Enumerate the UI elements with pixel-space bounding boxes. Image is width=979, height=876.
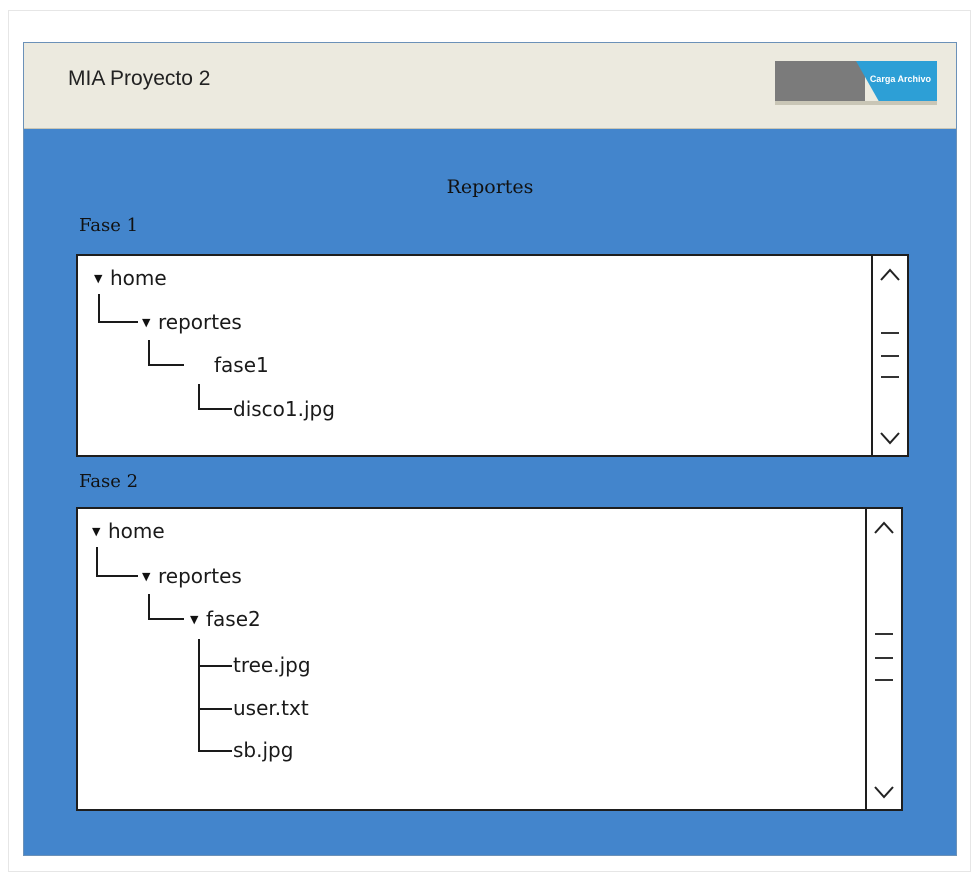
phase-1-scrollbar[interactable] — [871, 256, 907, 455]
tree-node-label: user.txt — [233, 696, 309, 720]
tree-connector — [148, 618, 184, 620]
chevron-down-icon — [874, 786, 894, 799]
scroll-thumb-grip — [881, 376, 899, 378]
tree-node-label: fase1 — [214, 353, 269, 377]
tree-file-disco1[interactable]: disco1.jpg — [233, 397, 335, 421]
tree-connector — [198, 750, 232, 752]
tree-node-label: fase2 — [206, 607, 261, 631]
tree-node-reportes[interactable]: ▼ reportes — [142, 564, 242, 588]
tree-node-label: sb.jpg — [233, 738, 294, 762]
tree-connector — [98, 321, 138, 323]
tree-connector — [148, 340, 150, 365]
triangle-down-icon: ▼ — [142, 569, 151, 583]
tree-node-label: reportes — [158, 310, 242, 334]
tree-node-home[interactable]: ▼ home — [94, 266, 167, 290]
tree-connector — [198, 708, 232, 710]
triangle-down-icon: ▼ — [94, 271, 103, 285]
tree-file-tree[interactable]: tree.jpg — [233, 653, 311, 677]
scroll-up-button[interactable] — [867, 511, 901, 545]
tree-connector — [198, 384, 200, 409]
phase-1-tree: ▼ home ▼ reportes fase1 disco1.jpg — [78, 256, 871, 455]
tree-connector — [198, 408, 232, 410]
chevron-down-icon — [880, 432, 900, 445]
tree-connector — [96, 575, 138, 577]
tree-node-label: tree.jpg — [233, 653, 311, 677]
tree-file-sb[interactable]: sb.jpg — [233, 738, 293, 762]
scroll-thumb-grip — [875, 633, 893, 635]
scroll-thumb-grip — [881, 355, 899, 357]
phase-1-label: Fase 1 — [79, 215, 139, 236]
tree-node-label: home — [110, 266, 167, 290]
scroll-thumb-grip — [881, 332, 899, 334]
tree-connector — [96, 547, 98, 576]
scroll-up-button[interactable] — [873, 258, 907, 292]
phase-2-label: Fase 2 — [79, 471, 139, 492]
app-title: MIA Proyecto 2 — [68, 67, 211, 90]
tree-connector — [98, 294, 100, 322]
tree-node-fase2[interactable]: ▼ fase2 — [190, 607, 261, 631]
triangle-down-icon: ▼ — [92, 524, 101, 538]
phase-1-tree-view: ▼ home ▼ reportes fase1 disco1.jpg — [76, 254, 909, 457]
tree-node-fase1[interactable]: fase1 — [214, 353, 269, 377]
scroll-down-button[interactable] — [873, 421, 907, 455]
phase-2-tree-view: ▼ home ▼ reportes ▼ fase2 tree.jpg user.… — [76, 507, 903, 811]
scroll-thumb-grip — [875, 679, 893, 681]
tree-node-label: disco1.jpg — [233, 397, 335, 421]
phase-2-tree: ▼ home ▼ reportes ▼ fase2 tree.jpg user.… — [78, 509, 865, 809]
triangle-down-icon: ▼ — [142, 315, 151, 329]
triangle-down-icon: ▼ — [190, 612, 199, 626]
phase-2-scrollbar[interactable] — [865, 509, 901, 809]
title-bar: MIA Proyecto 2 Carga Archivo — [24, 43, 956, 129]
reports-heading: Reportes — [446, 176, 534, 198]
tree-node-reportes[interactable]: ▼ reportes — [142, 310, 242, 334]
tree-node-label: home — [108, 519, 165, 543]
app-window: MIA Proyecto 2 Carga Archivo Reportes Fa… — [23, 42, 957, 856]
tree-connector — [148, 594, 150, 619]
chevron-up-icon — [874, 521, 894, 534]
tree-node-label: reportes — [158, 564, 242, 588]
tree-connector — [198, 665, 232, 667]
upload-file-button[interactable]: Carga Archivo — [775, 61, 937, 105]
tree-connector — [148, 364, 184, 366]
tree-node-home[interactable]: ▼ home — [92, 519, 165, 543]
tree-file-user[interactable]: user.txt — [233, 696, 309, 720]
scroll-thumb-grip — [875, 657, 893, 659]
tree-connector — [198, 639, 200, 751]
chevron-up-icon — [880, 268, 900, 281]
upload-file-label: Carga Archivo — [869, 74, 931, 84]
scroll-down-button[interactable] — [867, 775, 901, 809]
